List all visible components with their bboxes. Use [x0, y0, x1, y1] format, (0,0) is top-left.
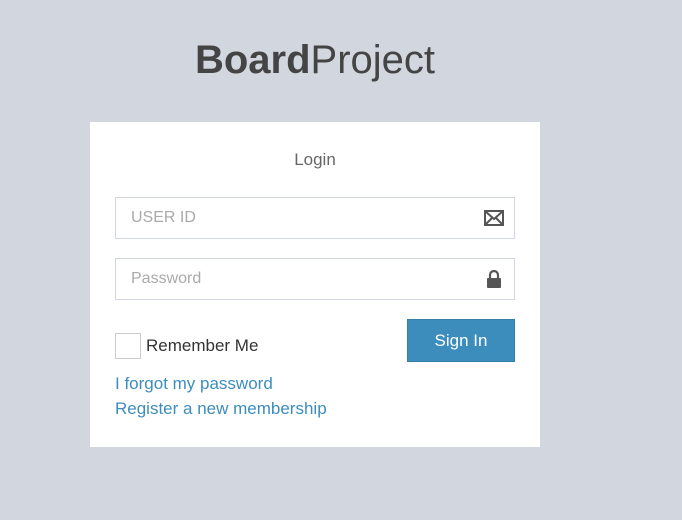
sign-in-button[interactable]: Sign In: [407, 319, 515, 362]
userid-input[interactable]: [116, 198, 471, 238]
register-link[interactable]: Register a new membership: [115, 399, 327, 419]
lock-icon: [484, 269, 504, 288]
login-box-message: Login: [294, 150, 336, 169]
password-input[interactable]: [116, 259, 471, 299]
password-field[interactable]: [115, 258, 515, 300]
forgot-password-link[interactable]: I forgot my password: [115, 374, 273, 394]
remember-me-label[interactable]: Remember Me: [146, 336, 258, 356]
brand-logo[interactable]: BoardProject: [0, 36, 630, 84]
remember-me[interactable]: Remember Me: [115, 332, 258, 360]
envelope-icon: [484, 209, 504, 227]
remember-me-checkbox[interactable]: [115, 333, 141, 359]
brand-bold-text: Board: [194, 38, 311, 82]
login-box: Login Remember Me Sign In I forgot my pa…: [90, 122, 540, 447]
userid-field[interactable]: [115, 197, 515, 239]
brand-light-text: Project: [310, 38, 436, 82]
